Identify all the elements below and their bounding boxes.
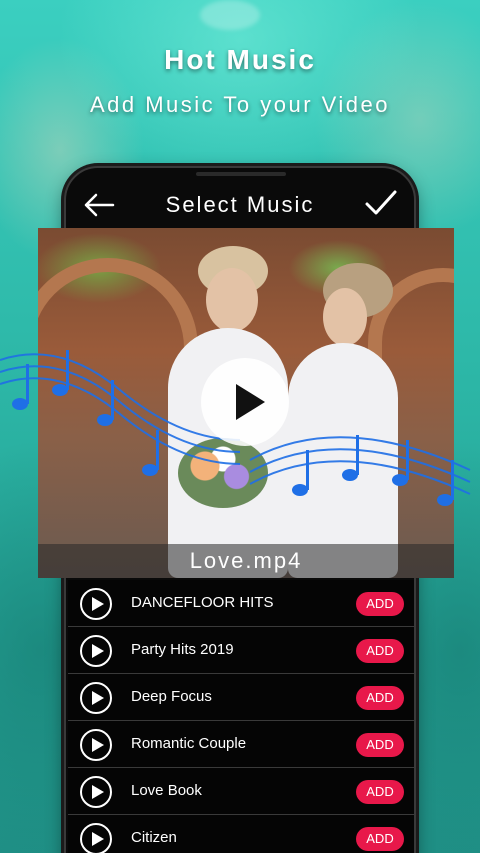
track-row[interactable]: Party Hits 2019 ADD (68, 627, 414, 674)
track-name: Love Book (131, 782, 202, 799)
track-name: Party Hits 2019 (131, 641, 234, 658)
phone-speaker (196, 172, 286, 176)
track-row[interactable]: Deep Focus ADD (68, 674, 414, 721)
play-circle-icon[interactable] (80, 588, 112, 620)
add-track-button[interactable]: ADD (356, 686, 404, 710)
track-name: DANCEFLOOR HITS (131, 594, 274, 611)
track-row[interactable]: DANCEFLOOR HITS ADD (68, 580, 414, 627)
add-track-button[interactable]: ADD (356, 733, 404, 757)
play-circle-icon[interactable] (80, 635, 112, 667)
track-name: Deep Focus (131, 688, 212, 705)
track-row[interactable]: Romantic Couple ADD (68, 721, 414, 768)
video-filename: Love.mp4 (38, 544, 454, 578)
promo-title: Hot Music (164, 44, 316, 75)
bride-face (206, 268, 258, 332)
play-icon (236, 384, 265, 420)
play-button[interactable] (201, 358, 289, 446)
add-track-button[interactable]: ADD (356, 827, 404, 851)
play-circle-icon[interactable] (80, 729, 112, 761)
track-row[interactable]: Love Book ADD (68, 768, 414, 815)
play-circle-icon[interactable] (80, 682, 112, 714)
bridesmaid-face (323, 288, 367, 346)
promo-subtitle: Add Music To your Video (89, 92, 391, 117)
checkmark-icon (365, 190, 397, 215)
play-circle-icon[interactable] (80, 776, 112, 808)
music-track-list[interactable]: DANCEFLOOR HITS ADD Party Hits 2019 ADD … (68, 580, 414, 853)
bridesmaid-dress (288, 343, 398, 578)
confirm-button[interactable] (364, 188, 398, 218)
track-name: Citizen (131, 829, 177, 846)
add-track-button[interactable]: ADD (356, 780, 404, 804)
light-spot (200, 0, 260, 30)
toolbar-title: Select Music (165, 192, 315, 217)
add-track-button[interactable]: ADD (356, 639, 404, 663)
add-track-button[interactable]: ADD (356, 592, 404, 616)
play-circle-icon[interactable] (80, 823, 112, 853)
track-name: Romantic Couple (131, 735, 247, 752)
app-toolbar: Select Music (70, 184, 410, 228)
track-row[interactable]: Citizen ADD (68, 815, 414, 853)
flower-bouquet (178, 438, 268, 508)
